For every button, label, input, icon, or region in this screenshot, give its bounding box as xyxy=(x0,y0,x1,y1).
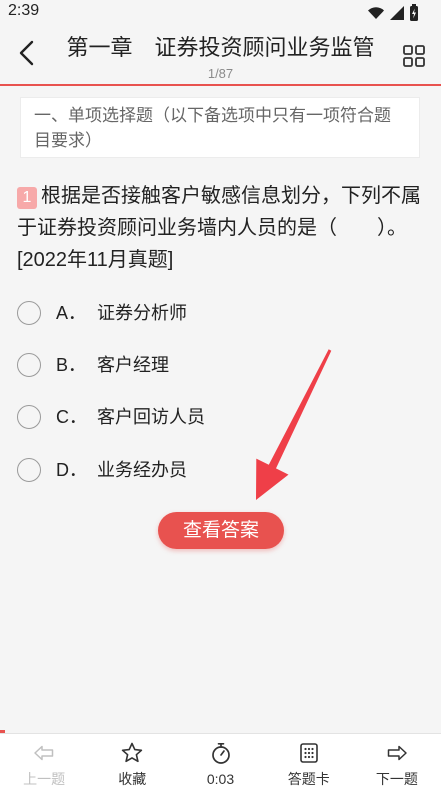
section-title: 一、单项选择题（以下备选项中只有一项符合题目要求） xyxy=(20,97,420,158)
answer-card-icon xyxy=(297,741,321,765)
next-question-button[interactable]: 下一题 xyxy=(353,734,441,789)
option-text: 客户回访人员 xyxy=(97,407,205,427)
right-arrow-icon xyxy=(385,741,409,765)
next-question-label: 下一题 xyxy=(375,771,418,787)
answer-card-label: 答题卡 xyxy=(287,771,330,787)
question-text: 根据是否接触客户敏感信息划分，下列不属于证券投资顾问业务墙内人员的是（ ）。[2… xyxy=(17,185,421,271)
left-arrow-icon xyxy=(32,741,56,765)
status-icons xyxy=(367,3,419,21)
answer-card-button[interactable]: 答题卡 xyxy=(265,734,353,789)
favorite-button[interactable]: 收藏 xyxy=(88,734,176,789)
status-bar: 2:39 xyxy=(0,0,441,24)
radio-circle-icon[interactable] xyxy=(17,458,41,482)
status-time: 2:39 xyxy=(8,2,40,19)
option-b[interactable]: B． 客户经理 xyxy=(0,343,441,387)
battery-icon xyxy=(410,3,418,21)
grid-icon xyxy=(403,45,425,67)
option-text: 客户经理 xyxy=(97,355,169,375)
option-letter: D． xyxy=(56,460,87,480)
option-letter: A． xyxy=(56,303,87,323)
prev-question-label: 上一题 xyxy=(23,771,66,787)
page-title: 第一章 证券投资顾问业务监管 xyxy=(66,35,375,60)
favorite-label: 收藏 xyxy=(118,771,147,787)
timer-button[interactable]: 0:03 xyxy=(176,734,264,789)
star-icon xyxy=(120,741,144,765)
header-divider xyxy=(0,84,441,86)
grid-menu-button[interactable] xyxy=(401,43,427,69)
header: 第一章 证券投资顾问业务监管 1/87 xyxy=(0,24,441,84)
question-progress: 1/87 xyxy=(207,66,234,81)
option-c[interactable]: C． 客户回访人员 xyxy=(0,395,441,439)
option-text: 业务经办员 xyxy=(97,460,187,480)
option-a[interactable]: A． 证券分析师 xyxy=(0,291,441,335)
option-letter: B． xyxy=(56,355,87,375)
stopwatch-icon xyxy=(209,741,233,765)
option-text: 证券分析师 xyxy=(97,303,187,323)
show-answer-button[interactable]: 查看答案 xyxy=(158,512,284,549)
wifi-icon xyxy=(368,6,384,19)
option-d[interactable]: D． 业务经办员 xyxy=(0,448,441,492)
option-letter: C． xyxy=(56,407,87,427)
radio-circle-icon[interactable] xyxy=(17,405,41,429)
prev-question-button[interactable]: 上一题 xyxy=(0,734,88,789)
question: 1 根据是否接触客户敏感信息划分，下列不属于证券投资顾问业务墙内人员的是（ ）。[… xyxy=(17,180,427,276)
bottom-toolbar: 上一题 收藏 0:03 答题卡 下一题 xyxy=(0,733,441,789)
signal-icon xyxy=(390,5,404,20)
timer-label: 0:03 xyxy=(206,771,235,787)
radio-circle-icon[interactable] xyxy=(17,301,41,325)
radio-circle-icon[interactable] xyxy=(17,353,41,377)
question-number-badge: 1 xyxy=(17,187,37,209)
